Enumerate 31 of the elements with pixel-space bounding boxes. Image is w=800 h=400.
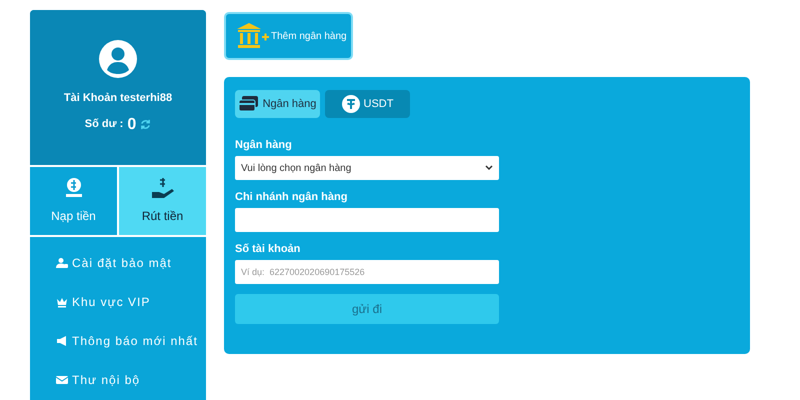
mail-icon [56, 374, 68, 386]
user-lock-icon [56, 256, 68, 268]
menu-item[interactable]: Thông báo mới nhất [30, 321, 206, 360]
chevron-down-icon [485, 165, 493, 171]
menu-item[interactable]: Cài đặt bảo mật [30, 243, 206, 282]
submit-button[interactable]: gửi đi [235, 294, 499, 324]
field-label: Chi nhánh ngân hàng [235, 190, 348, 205]
hand-money-icon [150, 177, 174, 199]
balance-value: 0 [127, 114, 136, 134]
balance-label: Số dư : [84, 117, 124, 132]
avatar-icon [99, 40, 137, 78]
card-icon [238, 96, 259, 112]
field-label: Số tài khoản [235, 242, 302, 257]
input-field[interactable] [235, 208, 499, 232]
megaphone-icon [56, 334, 68, 346]
account-name: Tài Khoản testerhi88 [64, 91, 172, 106]
field-label: Ngân hàng [235, 138, 293, 153]
bank-select[interactable]: Vui lòng chọn ngân hàng [235, 156, 499, 180]
crown-icon [56, 296, 68, 308]
select-value: Vui lòng chọn ngân hàng [241, 162, 352, 176]
menu-item[interactable]: Khu vực VIP [30, 282, 206, 321]
input-field[interactable]: Ví dụ: 6227002020690175526 [235, 260, 499, 284]
refresh-icon[interactable] [140, 119, 152, 130]
add-bank-button[interactable]: Thêm ngân hàng [224, 12, 353, 60]
wallet-action[interactable]: Rút tiền [117, 167, 206, 235]
tether-icon [342, 95, 360, 113]
tab[interactable]: Ngân hàng [235, 90, 320, 118]
tab[interactable]: USDT [325, 90, 410, 118]
menu-item[interactable]: Thư nội bộ [30, 360, 206, 399]
bank-plus-icon [237, 23, 269, 49]
coin-icon [64, 177, 84, 199]
